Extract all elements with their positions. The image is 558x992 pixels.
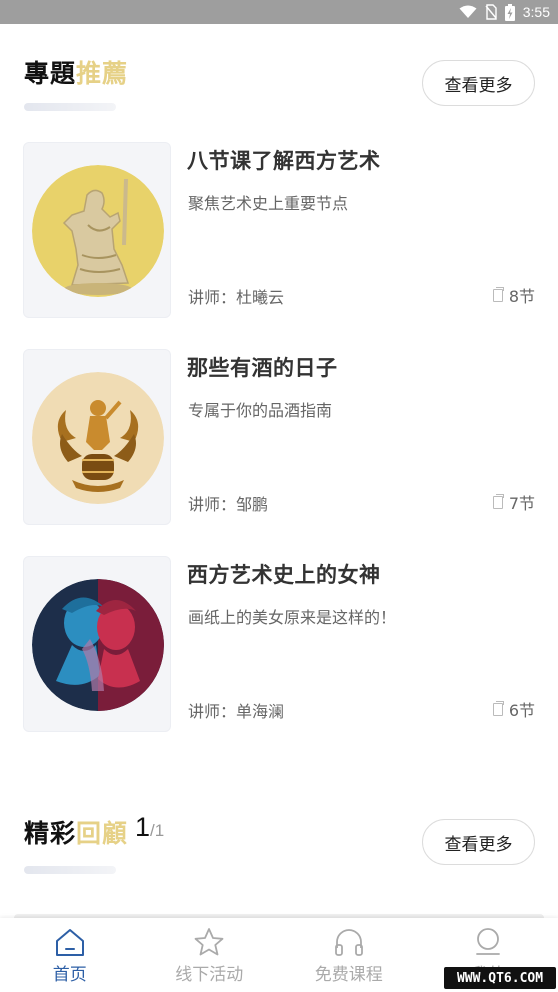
course-thumbnail	[23, 556, 171, 732]
featured-more-button[interactable]: 查看更多	[422, 60, 535, 106]
nav-free-courses[interactable]: 免费课程	[279, 918, 419, 992]
nav-label: 线下活动	[175, 965, 244, 985]
course-subtitle: 专属于你的品酒指南	[188, 401, 333, 420]
home-icon	[54, 926, 86, 958]
course-lessons: 7节	[492, 490, 535, 514]
lesson-count: 8节	[508, 287, 535, 306]
course-title: 西方艺术史上的女神	[187, 563, 381, 587]
course-thumbnail	[23, 349, 171, 525]
clipboard-icon	[492, 286, 504, 302]
course-title: 八节课了解西方艺术	[187, 149, 381, 173]
nav-label: 免费课程	[314, 965, 383, 985]
profile-icon	[472, 926, 504, 958]
page-current: 1	[135, 812, 151, 842]
review-more-button[interactable]: 查看更多	[422, 819, 535, 865]
wifi-icon	[459, 5, 477, 19]
golden-statue-image	[32, 165, 164, 297]
status-time: 3:55	[522, 4, 550, 20]
course-subtitle: 画纸上的美女原来是这样的！	[188, 608, 397, 627]
nav-home[interactable]: 首页	[0, 918, 140, 992]
review-page-counter: 1/1	[135, 812, 164, 843]
course-card[interactable]: 西方艺术史上的女神 画纸上的美女原来是这样的！ 讲师：单海澜 6节	[0, 556, 558, 736]
featured-title-underline	[24, 103, 116, 111]
course-title: 那些有酒的日子	[187, 356, 338, 380]
lesson-count: 7节	[508, 494, 535, 513]
headphones-icon	[333, 926, 365, 958]
no-sim-icon	[485, 4, 497, 20]
status-icons: 3:55	[459, 3, 550, 21]
featured-title-dark: 專題	[24, 59, 77, 88]
site-watermark: WWW.QT6.COM	[444, 967, 556, 989]
featured-title-gold: 推薦	[76, 59, 129, 88]
featured-section-title: 專題推薦	[24, 54, 128, 90]
course-lessons: 8节	[492, 283, 535, 307]
review-title-underline	[24, 866, 116, 874]
course-subtitle: 聚焦艺术史上重要节点	[188, 194, 349, 213]
goddess-busts-image	[32, 579, 164, 711]
clipboard-icon	[492, 700, 504, 716]
lesson-count: 6节	[508, 701, 535, 720]
star-icon	[193, 926, 225, 958]
status-bar: 3:55	[0, 0, 558, 24]
course-teacher: 讲师：邹鹏	[188, 495, 269, 514]
clipboard-icon	[492, 493, 504, 509]
review-title-dark: 精彩	[24, 819, 77, 848]
battery-charging-icon	[504, 3, 515, 21]
page-total: 1	[154, 821, 165, 840]
nav-label: 首页	[52, 965, 87, 985]
bacchus-barrel-image	[32, 372, 164, 504]
course-card[interactable]: 八节课了解西方艺术 聚焦艺术史上重要节点 讲师：杜曦云 8节	[0, 142, 558, 322]
course-lessons: 6节	[492, 697, 535, 721]
course-teacher: 讲师：杜曦云	[188, 288, 285, 307]
review-title-gold: 回顧	[76, 819, 129, 848]
course-card[interactable]: 那些有酒的日子 专属于你的品酒指南 讲师：邹鹏 7节	[0, 349, 558, 529]
course-thumbnail	[23, 142, 171, 318]
nav-offline-events[interactable]: 线下活动	[140, 918, 280, 992]
review-section-title: 精彩回顧	[24, 814, 128, 850]
course-teacher: 讲师：单海澜	[188, 702, 285, 721]
